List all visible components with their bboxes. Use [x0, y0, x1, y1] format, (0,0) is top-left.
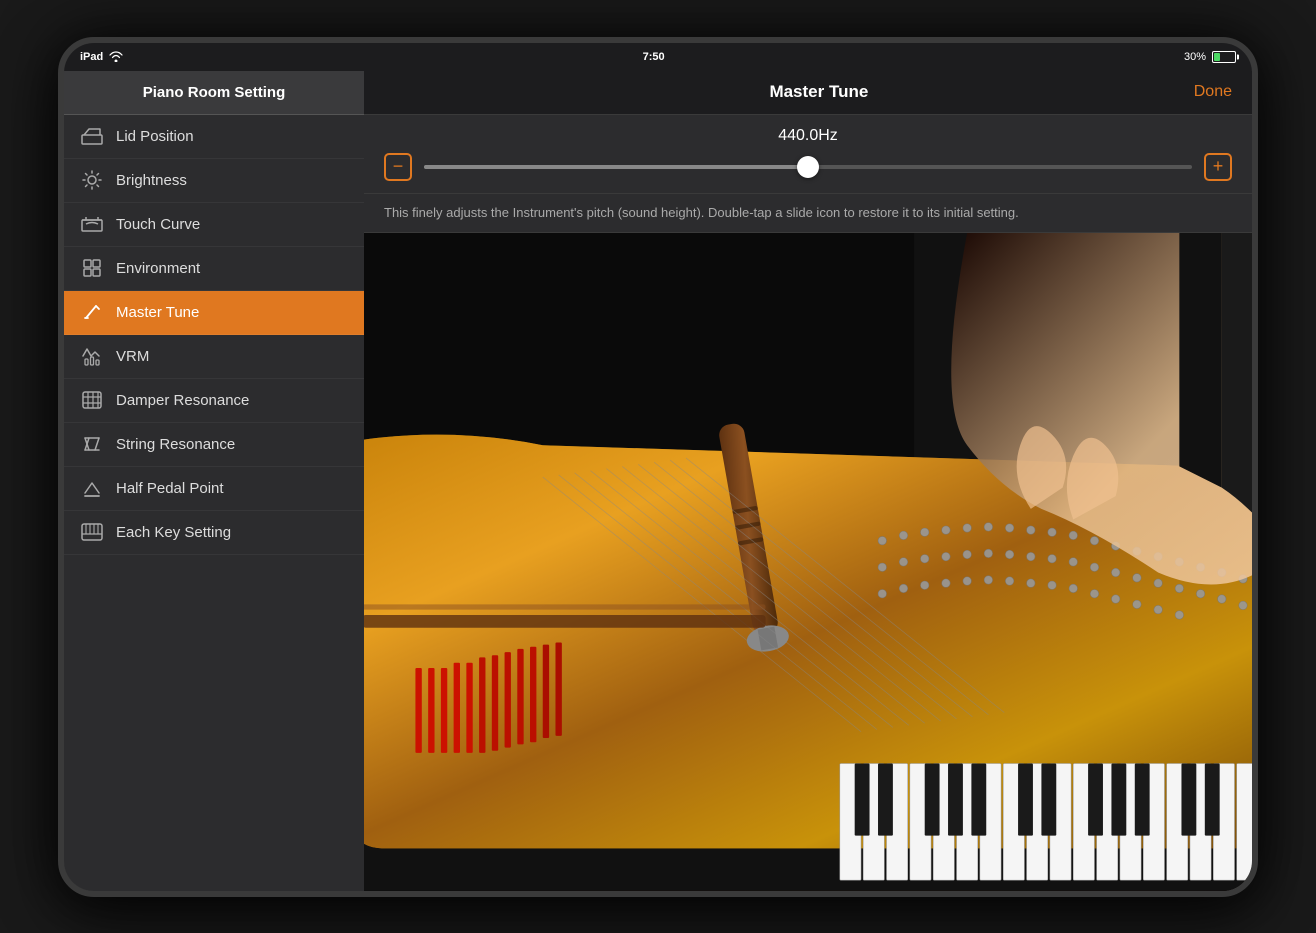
main-panel: Master Tune Done 440.0Hz − + This finely…	[364, 71, 1252, 891]
sidebar-item-environment[interactable]: Environment	[64, 247, 364, 291]
half-pedal-point-label: Half Pedal Point	[116, 480, 224, 497]
vrm-label: VRM	[116, 348, 149, 365]
time-display: 7:50	[643, 51, 665, 63]
string-resonance-icon	[80, 432, 104, 456]
sidebar-title: Piano Room Setting	[64, 71, 364, 115]
vrm-icon	[80, 344, 104, 368]
environment-icon	[80, 256, 104, 280]
sidebar-item-half-pedal-point[interactable]: Half Pedal Point	[64, 467, 364, 511]
description-text: This finely adjusts the Instrument's pit…	[384, 204, 1232, 222]
piano-image-area	[364, 233, 1252, 891]
status-left: iPad	[80, 51, 123, 63]
each-key-setting-label: Each Key Setting	[116, 524, 231, 541]
half-pedal-point-icon	[80, 476, 104, 500]
battery-indicator	[1212, 51, 1236, 63]
done-button[interactable]: Done	[1194, 83, 1232, 101]
damper-resonance-icon	[80, 388, 104, 412]
power-button[interactable]	[1254, 423, 1258, 493]
battery-fill	[1214, 53, 1220, 61]
master-tune-label: Master Tune	[116, 304, 199, 321]
main-title: Master Tune	[444, 82, 1194, 102]
ipad-label: iPad	[80, 51, 103, 63]
status-bar: iPad 7:50 30%	[64, 43, 1252, 71]
damper-resonance-label: Damper Resonance	[116, 392, 249, 409]
lid-position-label: Lid Position	[116, 128, 194, 145]
tune-description: This finely adjusts the Instrument's pit…	[364, 194, 1252, 233]
battery-pct: 30%	[1184, 51, 1206, 63]
sidebar-item-string-resonance[interactable]: String Resonance	[64, 423, 364, 467]
environment-label: Environment	[116, 260, 200, 277]
wifi-icon	[109, 51, 123, 62]
touch-curve-label: Touch Curve	[116, 216, 200, 233]
volume-button[interactable]	[58, 243, 62, 283]
sidebar: Piano Room Setting Lid Position	[64, 71, 364, 891]
each-key-setting-icon	[80, 520, 104, 544]
sidebar-item-vrm[interactable]: VRM	[64, 335, 364, 379]
sidebar-item-lid-position[interactable]: Lid Position	[64, 115, 364, 159]
brightness-icon	[80, 168, 104, 192]
string-resonance-label: String Resonance	[116, 436, 235, 453]
plus-button[interactable]: +	[1204, 153, 1232, 181]
sidebar-item-master-tune[interactable]: Master Tune	[64, 291, 364, 335]
touch-curve-icon	[80, 212, 104, 236]
slider-track[interactable]	[424, 165, 1192, 169]
sidebar-item-damper-resonance[interactable]: Damper Resonance	[64, 379, 364, 423]
sidebar-item-touch-curve[interactable]: Touch Curve	[64, 203, 364, 247]
status-right: 30%	[1184, 51, 1236, 63]
slider-fill	[424, 165, 808, 169]
sidebar-item-each-key-setting[interactable]: Each Key Setting	[64, 511, 364, 555]
piano-svg	[364, 233, 1252, 891]
slider-row: − +	[384, 153, 1232, 181]
lid-position-icon	[80, 124, 104, 148]
tune-control: 440.0Hz − +	[364, 115, 1252, 194]
master-tune-icon	[80, 300, 104, 324]
minus-button[interactable]: −	[384, 153, 412, 181]
app-content: Piano Room Setting Lid Position	[64, 71, 1252, 891]
sidebar-title-label: Piano Room Setting	[143, 84, 286, 101]
brightness-label: Brightness	[116, 172, 187, 189]
slider-thumb[interactable]	[797, 156, 819, 178]
device-frame: iPad 7:50 30% Piano Room Setting	[58, 37, 1258, 897]
tune-value: 440.0Hz	[384, 127, 1232, 145]
sidebar-item-brightness[interactable]: Brightness	[64, 159, 364, 203]
main-header: Master Tune Done	[364, 71, 1252, 115]
